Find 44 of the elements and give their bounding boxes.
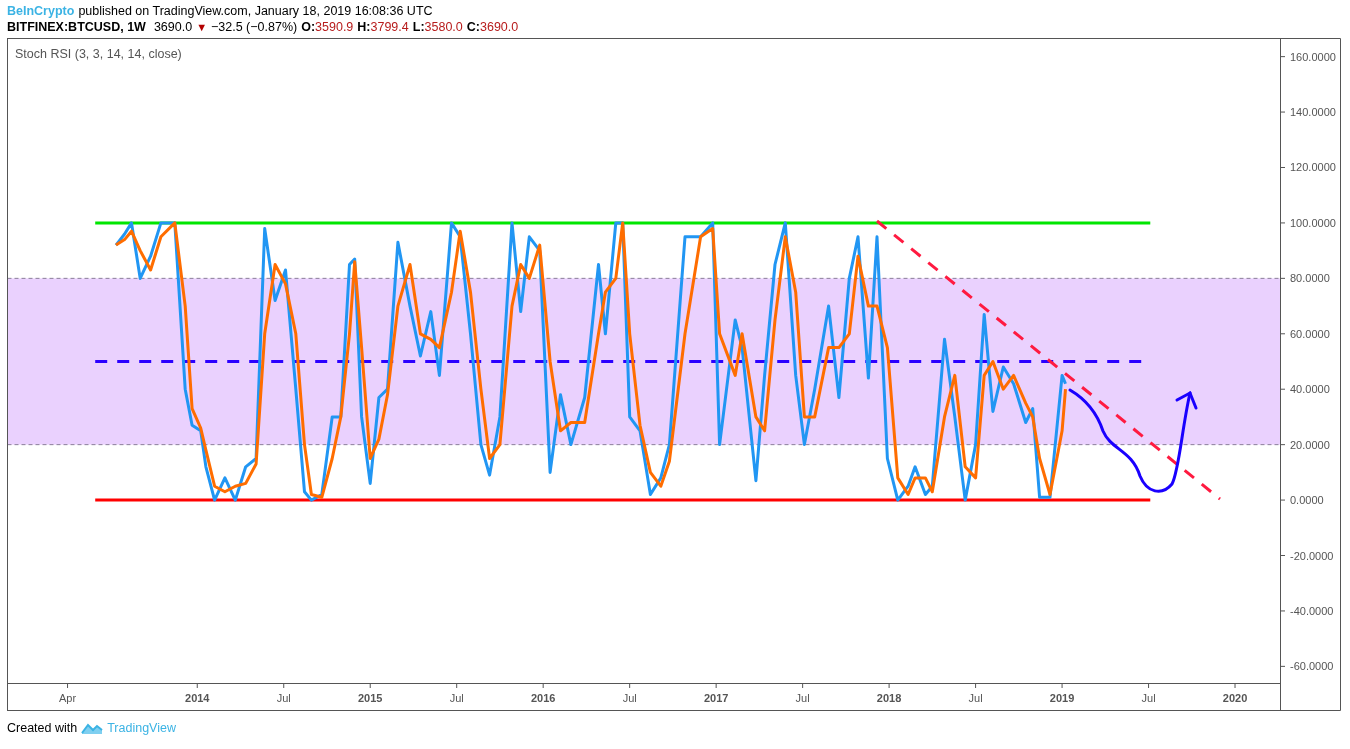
axis-label: 2017 [703,692,729,704]
axis-label: Jul [276,692,291,704]
axis-label: 2019 [1049,692,1075,704]
author-link[interactable]: BeInCrypto [7,3,75,19]
axis-label: 100.0000 [1290,216,1336,229]
ohlc-label: H: [357,19,371,35]
ohlc-label: C: [466,19,480,35]
axis-label: 40.0000 [1290,383,1330,396]
axis-label: 2015 [358,692,383,704]
axis-label: Apr [58,692,77,704]
ohlc-label: O: [301,19,316,35]
axis-label: Jul [622,692,637,704]
indicator-legend: Stoch RSI (3, 3, 14, 14, close) [15,47,182,61]
axis-label: 140.0000 [1290,106,1336,119]
axis-label: 60.0000 [1290,327,1330,340]
brand-link[interactable]: TradingView [107,719,176,738]
logo-icon [81,721,104,736]
axis-label: 160.0000 [1290,50,1336,63]
change-value: −32.5 (−0.87%) [211,19,298,35]
ohlc-value: 3799.4 [370,19,409,35]
axis-label: 2016 [530,692,556,704]
price-value: 3690.0 [153,19,193,35]
created-with-text: Created with [7,720,78,737]
axis-label: -40.0000 [1290,604,1334,617]
ohlc-value: 3580.0 [424,19,463,35]
axis-label: 2014 [185,692,210,704]
axis-label: Jul [795,692,810,704]
axis-label: 120.0000 [1290,161,1336,174]
symbol-label: BITFINEX:BTCUSD, 1W [7,19,146,35]
ohlc-label: L: [412,19,425,35]
publish-info: published on TradingView.com, January 18, 2019 16:08:36 UTC [78,3,433,19]
axis-label: 2020 [1222,692,1248,704]
axis-label: -20.0000 [1290,549,1334,562]
ohlc-value: 3590.9 [315,19,354,35]
axis-label: 80.0000 [1290,272,1330,285]
axis-label: Jul [1141,692,1156,704]
axis-label: 0.0000 [1290,494,1324,507]
direction-mark: ▼ [196,20,207,35]
axis-label: Jul [449,692,464,704]
axis-label: Jul [968,692,983,704]
ohlc-value: 3690.0 [480,19,519,35]
axis-label: 20.0000 [1290,438,1330,451]
axis-label: 2018 [876,692,902,704]
axis-label: -60.0000 [1290,660,1334,673]
